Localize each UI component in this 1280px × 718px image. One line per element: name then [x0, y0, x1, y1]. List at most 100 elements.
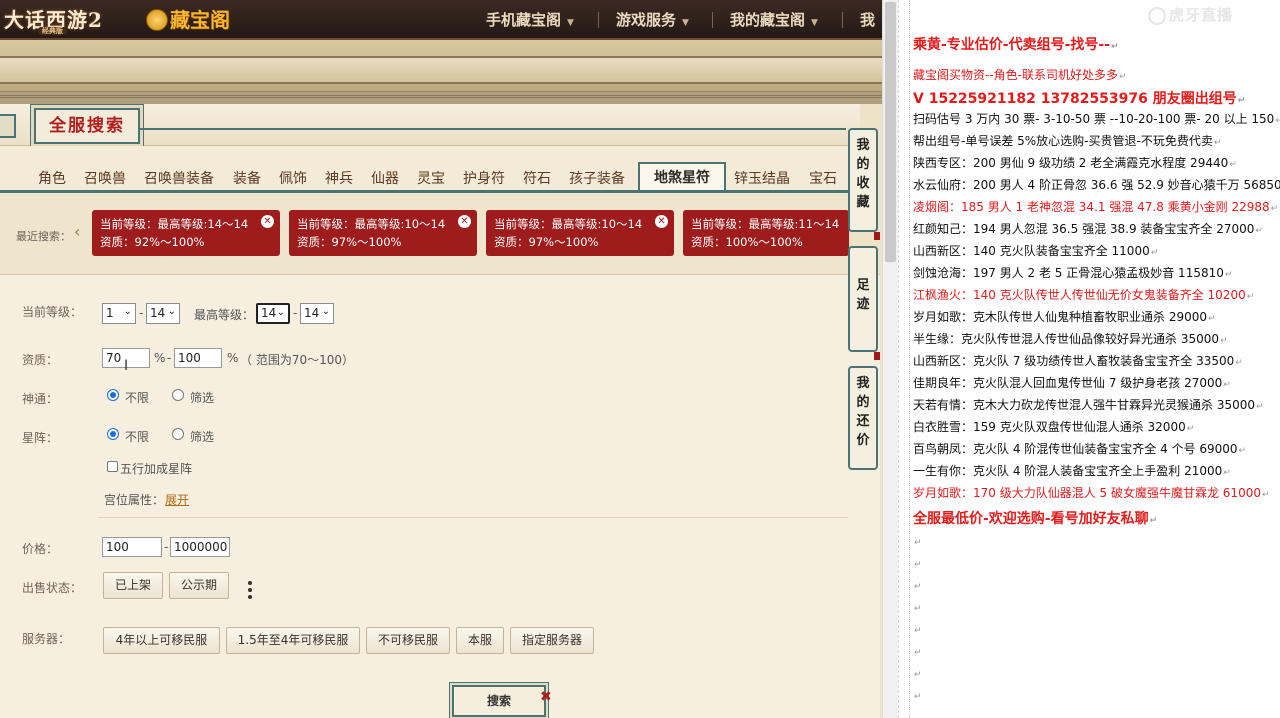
- level-from-select[interactable]: 1 ⌄: [102, 303, 136, 324]
- max-level-from-select[interactable]: 14 ⌄: [256, 303, 290, 324]
- max-level-to-select[interactable]: 14 ⌄: [300, 303, 334, 324]
- paragraph-mark-icon: ↵: [1237, 96, 1246, 106]
- note-line: 山西新区：克火队 7 级功绩传世人畜牧装备宝宝齐全 33500↵: [913, 352, 1243, 369]
- note-line: 凌烟阁：185 男人 1 老神忽混 34.1 强混 47.8 乘黄小金刚 229…: [913, 198, 1278, 215]
- search-title: 全服搜索: [49, 116, 125, 136]
- publicity-button[interactable]: 公示期: [169, 572, 229, 599]
- nav-divider: [598, 12, 599, 28]
- tab-gem[interactable]: 宝石: [809, 168, 837, 188]
- aptitude-to-input[interactable]: 100: [174, 348, 222, 368]
- star-unlimited-label: 不限: [125, 430, 150, 444]
- note-line-text: 半生缘：克火队传世混人传世仙品像较好异光通杀 35000: [913, 332, 1219, 346]
- note-line: 水云仙府：200 男人 4 阶正骨忽 36.6 强 52.9 妙音心猿千万 56…: [913, 176, 1280, 193]
- close-icon[interactable]: ✕: [655, 215, 668, 228]
- tab-amulet[interactable]: 护身符: [463, 168, 505, 188]
- close-icon[interactable]: ✕: [261, 215, 274, 228]
- my-counteroffer-tab[interactable]: 我的还价: [848, 366, 878, 470]
- note-line: 剑蚀沧海：197 男人 2 老 5 正骨混心猿孟极妙音 115810↵: [913, 264, 1232, 281]
- note-line-text: 扫码估号 3 万内 30 票- 3-10-50 票 --10-20-100 票-…: [913, 112, 1275, 126]
- note-line: 半生缘：克火队传世混人传世仙品像较好异光通杀 35000↵: [913, 330, 1228, 347]
- my-counteroffer-label: 我的还价: [856, 376, 870, 448]
- paragraph-mark-icon: ↵: [914, 648, 922, 658]
- server-specify-button[interactable]: 指定服务器: [510, 627, 594, 654]
- nav-mobile-cbg-label: 手机藏宝阁: [486, 11, 562, 29]
- tab-earth-star-rune[interactable]: 地煞星符: [638, 162, 726, 193]
- close-icon[interactable]: ✕: [458, 215, 471, 228]
- paragraph-mark-icon: ↵: [914, 670, 922, 680]
- paragraph-mark-icon: ↵: [1213, 138, 1222, 148]
- tab-summon-beast[interactable]: 召唤兽: [84, 168, 126, 188]
- paragraph-mark-icon: ↵: [1246, 292, 1255, 302]
- divine-unlimited-radio[interactable]: [107, 389, 119, 401]
- more-options-icon[interactable]: [248, 581, 252, 601]
- note-line-text: 乘黄-专业估价-代卖组号-找号--: [913, 37, 1111, 53]
- level-from-value: 1: [106, 306, 114, 320]
- recent-search-chip[interactable]: 当前等级：最高等级:10～14 资质：97%～100% ✕: [486, 210, 674, 256]
- server-label: 服务器：: [22, 632, 71, 646]
- search-button[interactable]: 搜索: [452, 685, 546, 717]
- note-line: 天若有情：克木大力砍龙传世混人强牛甘霖异光灵猴通杀 35000↵: [913, 396, 1264, 413]
- listed-button[interactable]: 已上架: [103, 572, 163, 599]
- nav-my-cbg[interactable]: 我的藏宝阁 ▼: [730, 0, 818, 40]
- footprint-tab[interactable]: 足迹: [848, 246, 878, 352]
- note-line: 白衣胜雪：159 克火队双盘传世仙混人通杀 32000↵: [913, 418, 1194, 435]
- cbg-logo-text: 藏宝阁: [170, 8, 230, 32]
- nav-my[interactable]: 我的: [860, 0, 882, 69]
- empty-line: ↵: [913, 644, 922, 658]
- expand-link[interactable]: 展开: [165, 491, 189, 508]
- tab-summon-equipment[interactable]: 召唤兽装备: [144, 168, 214, 188]
- tab-spirit-treasure[interactable]: 灵宝: [417, 168, 445, 188]
- empty-line: ↵: [913, 534, 922, 548]
- vertical-scrollbar[interactable]: [882, 0, 898, 718]
- max-level-label: 最高等级：: [194, 308, 255, 322]
- five-elements-checkbox[interactable]: [107, 461, 118, 472]
- server-4yr-button[interactable]: 4年以上可移民服: [103, 627, 220, 654]
- server-no-migrate-button[interactable]: 不可移民服: [366, 627, 450, 654]
- chevron-down-icon: ⌄: [167, 306, 176, 317]
- server-this-button[interactable]: 本服: [456, 627, 504, 654]
- divine-filter-radio[interactable]: [172, 389, 184, 401]
- star-unlimited-radio[interactable]: [107, 428, 119, 440]
- note-line-text: 百鸟朝凤：克火队 4 阶混传世仙装备宝宝齐全 4 个号 69000: [913, 442, 1238, 456]
- nav-game-services[interactable]: 游戏服务 ▼: [616, 0, 689, 40]
- chevron-down-icon: ⌄: [123, 306, 132, 317]
- scrollbar-thumb[interactable]: [885, 2, 896, 262]
- tab-jade-crystal[interactable]: 锌玉结晶: [734, 168, 790, 188]
- price-to-input[interactable]: 1000000: [170, 537, 230, 557]
- chevron-left-icon[interactable]: ‹: [74, 222, 80, 241]
- notes-document[interactable]: 乘黄-专业估价-代卖组号-找号--↵ 藏宝阁买物资--角色-联系司机好处多多↵ V …: [898, 0, 1280, 718]
- tab-immortal-artifact[interactable]: 仙器: [371, 168, 399, 188]
- divine-power-label: 神通：: [22, 392, 59, 406]
- star-filter-radio[interactable]: [172, 428, 184, 440]
- paragraph-mark-icon: ↵: [1111, 42, 1119, 52]
- paragraph-mark-icon: ↵: [1220, 336, 1228, 346]
- tab-rune-stone[interactable]: 符石: [523, 168, 551, 188]
- cbg-logo[interactable]: 藏宝阁: [146, 3, 256, 37]
- tab-child-equipment[interactable]: 孩子装备: [569, 168, 625, 188]
- server-1-5yr-button[interactable]: 1.5年至4年可移民服: [226, 627, 360, 654]
- tab-equipment[interactable]: 装备: [233, 168, 261, 188]
- text-cursor-icon: I: [124, 358, 129, 374]
- range-dash: -: [293, 306, 298, 320]
- note-line: 乘黄-专业估价-代卖组号-找号--↵: [913, 34, 1119, 54]
- tab-role[interactable]: 角色: [38, 168, 66, 188]
- chip-aptitude: 资质：100%～100%: [691, 235, 803, 249]
- my-favorites-tab[interactable]: 我的收藏: [848, 128, 878, 232]
- note-line: 佳期良年：克火队混人回血鬼传世仙 7 级护身老孩 27000↵: [913, 374, 1231, 391]
- paragraph-mark-icon: ↵: [1256, 402, 1264, 412]
- paragraph-mark-icon: ↵: [1223, 468, 1231, 478]
- recent-search-chip[interactable]: 当前等级：最高等级:11～14 资质：100%～100%: [683, 210, 849, 256]
- recent-search-chip[interactable]: 当前等级：最高等级:14～14 资质：92%～100% ✕: [92, 210, 280, 256]
- cross-ornament-icon: ✖: [540, 689, 552, 705]
- price-from-input[interactable]: 100: [102, 537, 162, 557]
- note-line: 陕西专区：200 男仙 9 级功绩 2 老全满霞克水程度 29440↵: [913, 154, 1237, 171]
- game-logo[interactable]: 大话西游2 经典版: [4, 3, 118, 37]
- note-line: V 15225921182 13782553976 朋友圈出组号↵: [913, 88, 1245, 108]
- nav-mobile-cbg[interactable]: 手机藏宝阁 ▼: [486, 0, 574, 40]
- range-dash: -: [167, 351, 172, 365]
- recent-search-chip[interactable]: 当前等级：最高等级:10～14 资质：97%～100% ✕: [289, 210, 477, 256]
- level-to-select[interactable]: 14 ⌄: [146, 303, 180, 324]
- tab-divine-weapon[interactable]: 神兵: [325, 168, 353, 188]
- note-line-text: 全服最低价-欢迎选购-看号加好友私聊: [913, 511, 1149, 527]
- tab-accessory[interactable]: 佩饰: [279, 168, 307, 188]
